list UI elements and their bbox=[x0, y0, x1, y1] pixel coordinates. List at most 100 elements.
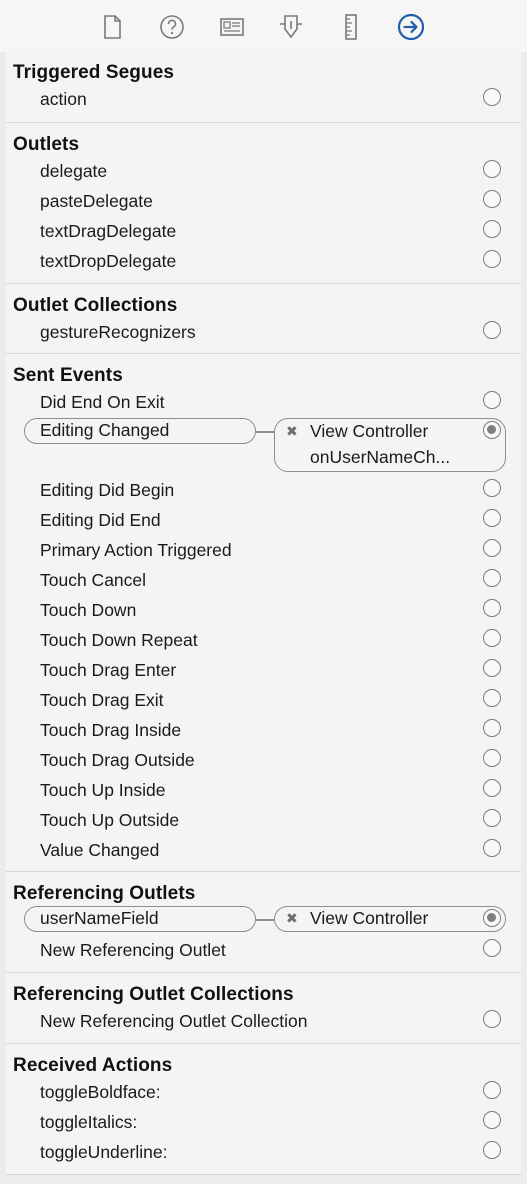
connection-circle[interactable] bbox=[483, 160, 501, 178]
connection-circle[interactable] bbox=[483, 719, 501, 737]
connection-circle[interactable] bbox=[483, 569, 501, 587]
connection-circle[interactable] bbox=[483, 779, 501, 797]
list-item: action bbox=[6, 84, 521, 114]
connection-circle[interactable] bbox=[483, 1111, 501, 1129]
list-item: textDragDelegate bbox=[6, 216, 521, 246]
item-label: userNameField bbox=[40, 908, 159, 928]
section-title: Referencing Outlet Collections bbox=[13, 984, 294, 1005]
connection-circle[interactable] bbox=[483, 629, 501, 647]
list-item: Did End On Exit bbox=[6, 387, 521, 417]
connection-circle[interactable] bbox=[483, 88, 501, 106]
item-label: Touch Cancel bbox=[40, 570, 147, 590]
item-label: New Referencing Outlet Collection bbox=[40, 1011, 308, 1031]
item-label: Touch Up Inside bbox=[40, 780, 166, 800]
connection-circle[interactable] bbox=[483, 939, 501, 957]
outlet-pill[interactable]: userNameField bbox=[24, 906, 256, 932]
list-item: Touch Drag Exit bbox=[6, 685, 521, 715]
section-title: Triggered Segues bbox=[13, 62, 175, 83]
list-item: Touch Down bbox=[6, 595, 521, 625]
list-item: toggleUnderline: bbox=[6, 1137, 521, 1167]
connection-circle[interactable] bbox=[483, 190, 501, 208]
list-item: Touch Down Repeat bbox=[6, 625, 521, 655]
item-label: textDropDelegate bbox=[40, 251, 177, 271]
connection-line bbox=[256, 431, 276, 433]
list-item: toggleItalics: bbox=[6, 1107, 521, 1137]
quick-help-icon[interactable] bbox=[155, 10, 189, 44]
connection-circle[interactable] bbox=[483, 809, 501, 827]
item-label: Did End On Exit bbox=[40, 392, 165, 412]
item-label: Touch Down Repeat bbox=[40, 630, 198, 650]
list-item: Value Changed bbox=[6, 835, 521, 865]
connection-circle[interactable] bbox=[483, 599, 501, 617]
section-title: Outlets bbox=[13, 134, 80, 155]
connection-circle[interactable] bbox=[483, 689, 501, 707]
list-item: pasteDelegate bbox=[6, 186, 521, 216]
connection-circle[interactable] bbox=[483, 391, 501, 409]
outlet-collections-section: Outlet Collections gestureRecognizers bbox=[6, 284, 521, 354]
connection-circle[interactable] bbox=[483, 1010, 501, 1028]
connection-circle[interactable] bbox=[483, 250, 501, 268]
item-label: Editing Did End bbox=[40, 510, 161, 530]
connections-inspector-icon[interactable] bbox=[394, 10, 428, 44]
item-label: Touch Drag Enter bbox=[40, 660, 177, 680]
size-inspector-icon[interactable] bbox=[334, 10, 368, 44]
item-label: Editing Changed bbox=[40, 420, 170, 440]
connection-circle-filled[interactable] bbox=[483, 421, 501, 439]
list-item: Touch Cancel bbox=[6, 565, 521, 595]
connection-target: ✖ View Controller bbox=[274, 906, 506, 932]
remove-connection-icon[interactable]: ✖ bbox=[286, 910, 298, 927]
list-item: New Referencing Outlet bbox=[6, 935, 521, 965]
list-item: gestureRecognizers bbox=[6, 317, 521, 347]
section-title: Sent Events bbox=[13, 365, 123, 386]
list-item: toggleBoldface: bbox=[6, 1077, 521, 1107]
connection-circle[interactable] bbox=[483, 479, 501, 497]
outlets-section: Outlets delegate pasteDelegate textDragD… bbox=[6, 123, 521, 284]
list-item: Primary Action Triggered bbox=[6, 535, 521, 565]
triggered-segues-section: Triggered Segues action bbox=[6, 52, 521, 123]
sent-events-section: Sent Events Did End On Exit Editing Chan… bbox=[6, 354, 521, 872]
section-title: Referencing Outlets bbox=[13, 883, 196, 904]
remove-connection-icon[interactable]: ✖ bbox=[286, 423, 298, 440]
item-label: Value Changed bbox=[40, 840, 160, 860]
list-item: New Referencing Outlet Collection bbox=[6, 1006, 521, 1036]
connected-outlet-row: userNameField ✖ View Controller bbox=[6, 905, 521, 935]
list-item: textDropDelegate bbox=[6, 246, 521, 276]
item-label: toggleItalics: bbox=[40, 1112, 138, 1132]
connection-circle[interactable] bbox=[483, 321, 501, 339]
connection-circle[interactable] bbox=[483, 220, 501, 238]
item-label: Touch Drag Inside bbox=[40, 720, 182, 740]
item-label: Touch Drag Exit bbox=[40, 690, 164, 710]
target-name: View Controller bbox=[310, 421, 429, 441]
connections-inspector: Triggered Segues action Outlets delegate… bbox=[6, 52, 521, 1175]
event-pill[interactable]: Editing Changed bbox=[24, 418, 256, 444]
attributes-inspector-icon[interactable] bbox=[274, 10, 308, 44]
list-item: Touch Up Inside bbox=[6, 775, 521, 805]
connection-circle[interactable] bbox=[483, 509, 501, 527]
list-item: Touch Up Outside bbox=[6, 805, 521, 835]
item-label: textDragDelegate bbox=[40, 221, 177, 241]
section-title: Outlet Collections bbox=[13, 295, 178, 316]
item-label: toggleBoldface: bbox=[40, 1082, 161, 1102]
connection-circle[interactable] bbox=[483, 1081, 501, 1099]
item-label: New Referencing Outlet bbox=[40, 940, 226, 960]
connection-circle[interactable] bbox=[483, 839, 501, 857]
identity-inspector-icon[interactable] bbox=[215, 10, 249, 44]
item-label: action bbox=[40, 89, 87, 109]
connection-circle[interactable] bbox=[483, 539, 501, 557]
received-actions-section: Received Actions toggleBoldface: toggleI… bbox=[6, 1044, 521, 1175]
inspector-toolbar bbox=[0, 0, 527, 52]
list-item: Touch Drag Outside bbox=[6, 745, 521, 775]
item-label: gestureRecognizers bbox=[40, 322, 196, 342]
referencing-outlet-collections-section: Referencing Outlet Collections New Refer… bbox=[6, 973, 521, 1044]
target-action: onUserNameCh... bbox=[310, 447, 451, 467]
connection-circle-filled[interactable] bbox=[483, 909, 501, 927]
item-label: Touch Drag Outside bbox=[40, 750, 195, 770]
connection-circle[interactable] bbox=[483, 1141, 501, 1159]
connection-circle[interactable] bbox=[483, 749, 501, 767]
referencing-outlets-section: Referencing Outlets userNameField ✖ View… bbox=[6, 872, 521, 973]
connection-line bbox=[256, 919, 274, 921]
file-inspector-icon[interactable] bbox=[95, 10, 129, 44]
item-label: Touch Down bbox=[40, 600, 137, 620]
connection-circle[interactable] bbox=[483, 659, 501, 677]
item-label: delegate bbox=[40, 161, 108, 181]
